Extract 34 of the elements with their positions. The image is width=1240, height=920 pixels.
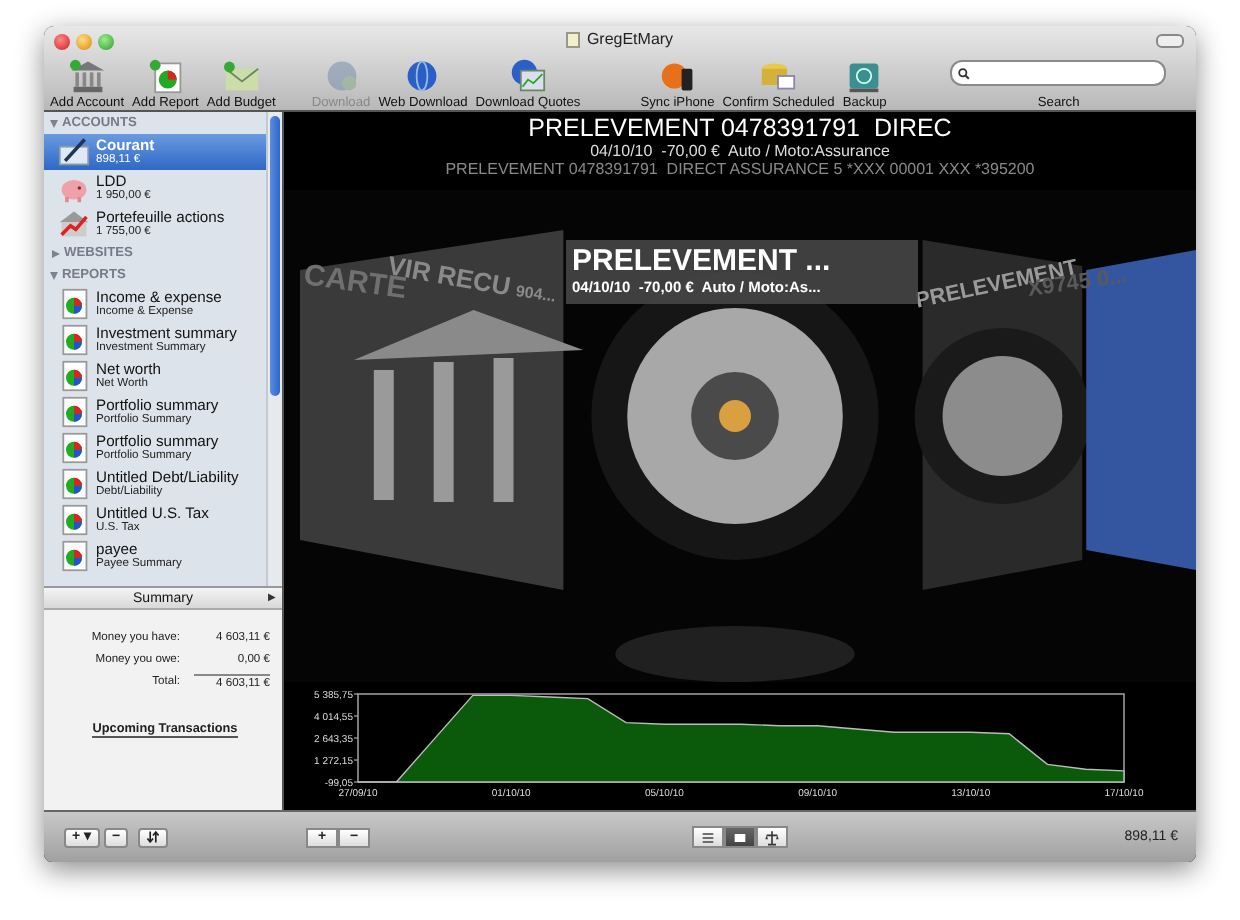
report-icon: [58, 432, 90, 464]
list-icon: [700, 829, 716, 845]
report-icon: [58, 288, 90, 320]
report-icon: [58, 324, 90, 356]
sort-button[interactable]: [138, 827, 169, 847]
report-icon: [58, 540, 90, 572]
phone-icon: [657, 58, 698, 94]
sort-icon: [146, 830, 161, 844]
toolbar-toggle-button[interactable]: [1156, 34, 1184, 48]
view-mode-button[interactable]: [724, 826, 756, 848]
view-mode-button[interactable]: [756, 826, 788, 848]
close-button[interactable]: [54, 33, 70, 49]
report-icon: [58, 396, 90, 428]
report-icon: [58, 360, 90, 392]
caption-title: PRELEVEMENT ...: [572, 244, 833, 278]
bank-icon: [67, 58, 108, 94]
search-icon: [958, 67, 971, 79]
report-icon: [58, 504, 90, 536]
pen-icon: [58, 136, 90, 168]
cover-view-icon: [732, 829, 748, 845]
scale-icon: [764, 829, 780, 845]
scrollbar[interactable]: [266, 112, 282, 586]
search-field[interactable]: [950, 60, 1167, 86]
document-icon: [566, 31, 581, 47]
window-title: GregEtMary: [586, 30, 674, 48]
report-icon: [58, 468, 90, 500]
transaction-title: PRELEVEMENT 0478391791 DIREC: [528, 116, 952, 142]
transaction-details: 04/10/10 -70,00 € Auto / Moto:Assurance: [590, 142, 890, 160]
pie-chart-icon: [145, 58, 186, 94]
envelope-icon: [221, 58, 262, 94]
card-title: 904...: [514, 282, 557, 306]
transaction-memo: PRELEVEMENT 0478391791 DIRECT ASSURANCE 5 *XXX 00001 XXX *395200: [445, 160, 1035, 178]
chart-icon: [508, 58, 548, 94]
chart-up-icon: [58, 208, 90, 240]
